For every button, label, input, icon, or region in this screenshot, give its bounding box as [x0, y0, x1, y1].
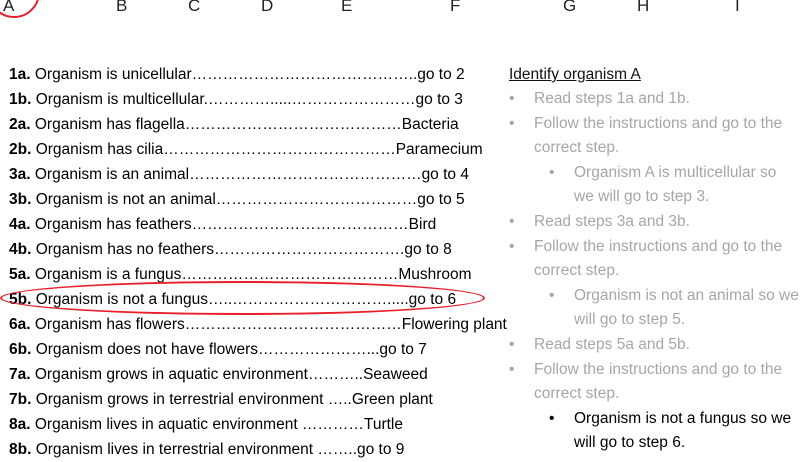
column-letter-b: B: [116, 0, 128, 15]
step-text: Organism is not an animal…………………………………go…: [31, 191, 465, 208]
step-id: 3a.: [9, 166, 31, 183]
note-item: • Organism is not an animal so we will go…: [509, 284, 799, 333]
bullet-icon: •: [549, 409, 555, 427]
step-text: Organism grows in aquatic environment…………: [30, 366, 428, 383]
key-step-2b: 2b. Organism has cilia………………………………………Par…: [9, 137, 507, 162]
step-id: 6b.: [9, 341, 32, 358]
key-step-6b: 6b. Organism does not have flowers…………………: [9, 337, 507, 362]
note-text: Read steps 3a and 3b.: [534, 212, 690, 230]
key-step-3b: 3b. Organism is not an animal………………………………: [9, 187, 507, 212]
note-text: Read steps 1a and 1b.: [534, 90, 690, 107]
step-id: 2b.: [9, 141, 32, 158]
step-id: 5a.: [9, 266, 31, 283]
step-id: 2a.: [9, 116, 31, 133]
step-id: 7b.: [9, 391, 32, 408]
note-text: Follow the instructions and go to the co…: [534, 237, 783, 280]
step-text: Organism is unicellular……………………………………..g…: [30, 66, 465, 83]
notes-title: Identify organism A: [509, 66, 641, 83]
column-letter-g: G: [563, 0, 577, 15]
note-item: • Read steps 3a and 3b.: [509, 210, 799, 235]
step-id: 7a.: [9, 366, 31, 383]
step-id: 8a.: [9, 416, 31, 433]
step-text: Organism has flagella……………………………………Bacte…: [30, 116, 459, 133]
column-letter-h: H: [637, 0, 650, 15]
bullet-icon: •: [509, 90, 515, 107]
step-text: Organism grows in terrestrial environmen…: [31, 391, 433, 408]
bullet-icon: •: [549, 163, 555, 181]
note-item: • Follow the instructions and go to the c…: [509, 112, 799, 161]
step-text: Organism lives in terrestrial environmen…: [31, 441, 405, 458]
key-step-8a: 8a. Organism lives in aquatic environmen…: [9, 412, 507, 437]
bullet-icon: •: [509, 335, 515, 353]
step-text: Organism lives in aquatic environment ………: [30, 416, 403, 433]
step-id: 6a.: [9, 316, 31, 333]
bullet-icon: •: [549, 286, 555, 304]
note-text: Follow the instructions and go to the co…: [534, 114, 783, 157]
identify-organism-notes: Identify organism A • Read steps 1a and 1…: [509, 62, 799, 456]
dichotomous-key: 1a. Organism is unicellular……………………………………: [9, 62, 507, 462]
key-step-2a: 2a. Organism has flagella……………………………………B…: [9, 112, 507, 137]
key-step-1a: 1a. Organism is unicellular……………………………………: [9, 62, 507, 87]
key-step-4a: 4a. Organism has feathers……………………………………B…: [9, 212, 507, 237]
bullet-icon: •: [509, 114, 515, 132]
key-step-4b: 4b. Organism has no feathers…………………………………: [9, 237, 507, 262]
step-text: Organism has cilia………………………………………Paramec…: [31, 141, 483, 158]
key-step-7a: 7a. Organism grows in aquatic environmen…: [9, 362, 507, 387]
note-text: Organism is not an animal so we will go …: [574, 286, 799, 329]
note-item: • Organism is not a fungus so we will go …: [509, 407, 799, 456]
key-step-3a: 3a. Organism is an animal…………………………………………: [9, 162, 507, 187]
column-letter-i: I: [735, 0, 740, 15]
step-id: 3b.: [9, 191, 32, 208]
step-text: Organism has no feathers……………………………….go …: [31, 241, 452, 258]
step-id: 1b.: [9, 91, 32, 108]
bullet-icon: •: [509, 237, 515, 255]
note-item: • Follow the instructions and go to the c…: [509, 358, 799, 407]
column-letter-d: D: [261, 0, 274, 15]
note-text: Organism A is multicellular so we will g…: [574, 163, 777, 206]
key-step-8b: 8b. Organism lives in terrestrial enviro…: [9, 437, 507, 462]
column-letter-e: E: [341, 0, 353, 15]
note-text: Follow the instructions and go to the co…: [534, 360, 783, 403]
note-text: Organism is not a fungus so we will go t…: [574, 409, 792, 452]
key-step-1b: 1b. Organism is multicellular.………….....……: [9, 87, 507, 112]
step-id: 1a.: [9, 66, 31, 83]
step-text: Organism is an animal………………………………………go t…: [30, 166, 469, 183]
step-text: Organism is multicellular.………….....………………: [31, 91, 463, 108]
bullet-icon: •: [509, 360, 515, 378]
note-item: • Read steps 1a and 1b.: [509, 87, 799, 112]
column-a-highlight-circle: [0, 0, 40, 18]
note-text: Read steps 5a and 5b.: [534, 335, 690, 353]
step-id: 8b.: [9, 441, 32, 458]
column-letter-f: F: [450, 0, 461, 15]
key-step-6a: 6a. Organism has flowers……………………………………Fl…: [9, 312, 507, 337]
step-text: Organism has feathers……………………………………Bird: [30, 216, 437, 233]
step-5b-highlight-circle: [0, 281, 485, 315]
note-item: • Follow the instructions and go to the c…: [509, 235, 799, 284]
step-id: 4b.: [9, 241, 32, 258]
note-item: • Organism A is multicellular so we will …: [509, 161, 799, 210]
step-text: Organism has flowers……………………………………Flower…: [30, 316, 507, 333]
column-letter-c: C: [188, 0, 201, 15]
bullet-icon: •: [509, 212, 515, 230]
step-id: 4a.: [9, 216, 31, 233]
step-text: Organism does not have flowers…………………...…: [31, 341, 427, 358]
note-item: • Read steps 5a and 5b.: [509, 333, 799, 358]
key-step-7b: 7b. Organism grows in terrestrial enviro…: [9, 387, 507, 412]
